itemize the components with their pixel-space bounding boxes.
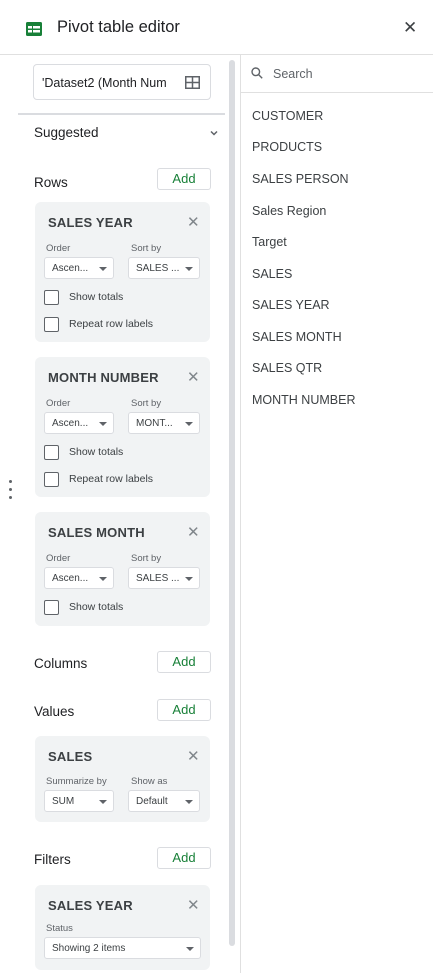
data-range-value: 'Dataset2 (Month Num — [42, 76, 167, 90]
filter-card-sales-year: SALES YEAR ✕ Status Showing 2 items — [35, 885, 210, 970]
checkbox[interactable] — [44, 290, 59, 305]
editor-title: Pivot table editor — [57, 18, 180, 36]
show-as-label: Show as — [131, 776, 168, 787]
order-label: Order — [46, 243, 71, 254]
summarize-by-value: SUM — [52, 796, 75, 807]
dropdown-arrow-icon — [99, 800, 107, 804]
summarize-by-select[interactable]: SUM — [44, 790, 114, 812]
field-search — [241, 55, 433, 93]
checkbox-label: Show totals — [69, 291, 124, 303]
close-icon[interactable]: ✕ — [187, 213, 200, 231]
show-as-value: Default — [136, 796, 168, 807]
field-item[interactable]: SALES QTR — [252, 361, 322, 375]
field-item[interactable]: MONTH NUMBER — [252, 393, 355, 407]
close-icon[interactable]: ✕ — [187, 523, 200, 541]
order-select-value: Ascen... — [52, 263, 89, 274]
order-label: Order — [46, 553, 71, 564]
dropdown-arrow-icon — [99, 267, 107, 271]
search-input[interactable] — [273, 63, 423, 85]
sort-by-select[interactable]: MONT... — [128, 412, 200, 434]
columns-add-button[interactable]: Add — [157, 651, 211, 673]
checkbox[interactable] — [44, 600, 59, 615]
field-item[interactable]: Target — [252, 235, 287, 249]
filter-status-select[interactable]: Showing 2 items — [44, 937, 201, 959]
field-item[interactable]: PRODUCTS — [252, 140, 322, 154]
editor-header: Pivot table editor ✕ — [0, 0, 433, 55]
status-label: Status — [46, 923, 73, 934]
filters-label: Filters — [34, 852, 71, 867]
order-select-value: Ascen... — [52, 418, 89, 429]
section-divider — [18, 113, 225, 115]
row-card-sales-month: SALES MONTH ✕ Order Sort by Ascen... SAL… — [35, 512, 210, 626]
order-select[interactable]: Ascen... — [44, 567, 114, 589]
sort-by-select-value: SALES ... — [136, 263, 180, 274]
sort-by-select-value: MONT... — [136, 418, 173, 429]
dropdown-arrow-icon — [186, 947, 194, 951]
dropdown-arrow-icon — [185, 577, 193, 581]
close-icon[interactable]: ✕ — [187, 896, 200, 914]
field-item[interactable]: SALES — [252, 267, 292, 281]
sort-by-label: Sort by — [131, 398, 162, 409]
checkbox[interactable] — [44, 472, 59, 487]
row-card-title: SALES YEAR — [48, 215, 133, 230]
checkbox-label: Repeat row labels — [69, 473, 154, 485]
value-card-sales: SALES ✕ Summarize by Show as SUM Default — [35, 736, 210, 822]
row-card-sales-year: SALES YEAR ✕ Order Sort by Ascen... SALE… — [35, 202, 210, 342]
chevron-down-icon[interactable] — [209, 128, 219, 138]
data-range-input[interactable]: 'Dataset2 (Month Num — [33, 64, 211, 100]
sort-by-label: Sort by — [131, 553, 162, 564]
columns-label: Columns — [34, 656, 88, 671]
field-item[interactable]: SALES YEAR — [252, 298, 330, 312]
dropdown-arrow-icon — [185, 800, 193, 804]
sort-by-select[interactable]: SALES ... — [128, 567, 200, 589]
search-icon — [251, 67, 263, 79]
scrollbar[interactable] — [229, 60, 235, 946]
grid-select-icon[interactable] — [185, 76, 200, 89]
filter-status-value: Showing 2 items — [52, 943, 126, 954]
checkbox[interactable] — [44, 445, 59, 460]
summarize-by-label: Summarize by — [46, 776, 107, 787]
suggested-label[interactable]: Suggested — [34, 125, 99, 140]
checkbox-label: Show totals — [69, 601, 124, 613]
field-item[interactable]: CUSTOMER — [252, 109, 323, 123]
field-item[interactable]: Sales Region — [252, 204, 326, 218]
dropdown-arrow-icon — [99, 422, 107, 426]
sort-by-select[interactable]: SALES ... — [128, 257, 200, 279]
row-card-title: SALES MONTH — [48, 525, 145, 540]
dropdown-arrow-icon — [99, 577, 107, 581]
rows-add-button[interactable]: Add — [157, 168, 211, 190]
pivot-table-icon — [26, 22, 42, 36]
rows-label: Rows — [34, 175, 68, 190]
checkbox-label: Repeat row labels — [69, 318, 154, 330]
field-item[interactable]: SALES PERSON — [252, 172, 349, 186]
order-select[interactable]: Ascen... — [44, 412, 114, 434]
row-card-month-number: MONTH NUMBER ✕ Order Sort by Ascen... MO… — [35, 357, 210, 497]
sort-by-select-value: SALES ... — [136, 573, 180, 584]
sort-by-label: Sort by — [131, 243, 162, 254]
show-as-select[interactable]: Default — [128, 790, 200, 812]
values-add-button[interactable]: Add — [157, 699, 211, 721]
order-label: Order — [46, 398, 71, 409]
close-icon[interactable]: ✕ — [187, 368, 200, 386]
order-select-value: Ascen... — [52, 573, 89, 584]
dropdown-arrow-icon — [185, 422, 193, 426]
filter-card-title: SALES YEAR — [48, 898, 133, 913]
panel-drag-handle[interactable] — [9, 480, 13, 504]
dropdown-arrow-icon — [185, 267, 193, 271]
field-item[interactable]: SALES MONTH — [252, 330, 342, 344]
checkbox-label: Show totals — [69, 446, 124, 458]
close-icon[interactable]: ✕ — [403, 18, 417, 38]
row-card-title: MONTH NUMBER — [48, 370, 159, 385]
filters-add-button[interactable]: Add — [157, 847, 211, 869]
close-icon[interactable]: ✕ — [187, 747, 200, 765]
checkbox[interactable] — [44, 317, 59, 332]
values-label: Values — [34, 704, 75, 719]
value-card-title: SALES — [48, 749, 93, 764]
panel-divider — [240, 55, 241, 973]
order-select[interactable]: Ascen... — [44, 257, 114, 279]
